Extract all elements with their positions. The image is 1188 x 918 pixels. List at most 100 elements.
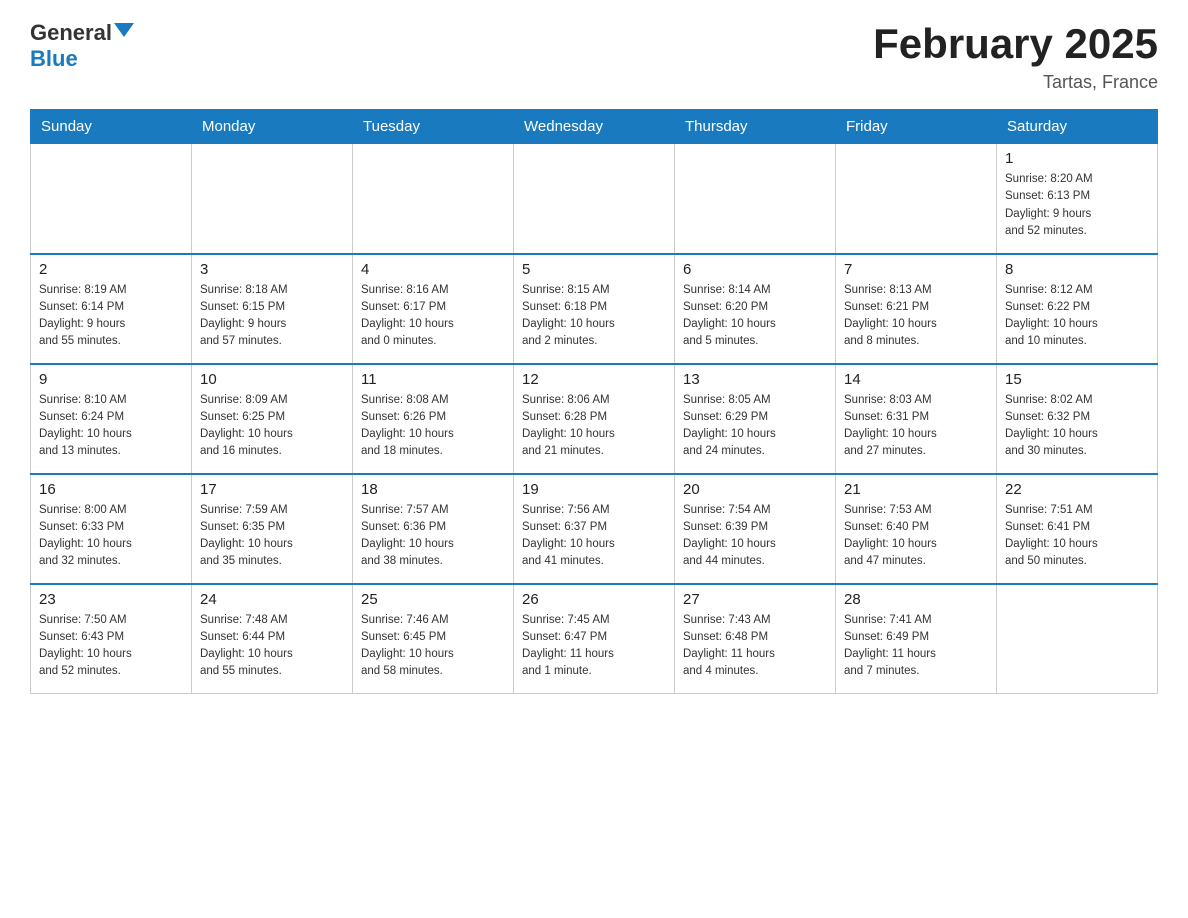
calendar-day-cell: 20 Sunrise: 7:54 AM Sunset: 6:39 PM Dayli…	[675, 474, 836, 584]
day-info: Sunrise: 8:13 AM Sunset: 6:21 PM Dayligh…	[844, 282, 988, 351]
day-of-week-header: Monday	[192, 110, 353, 144]
day-info: Sunrise: 8:06 AM Sunset: 6:28 PM Dayligh…	[522, 392, 666, 461]
calendar-day-cell	[675, 144, 836, 254]
calendar-day-cell: 4 Sunrise: 8:16 AM Sunset: 6:17 PM Daylig…	[353, 254, 514, 364]
calendar-day-cell: 28 Sunrise: 7:41 AM Sunset: 6:49 PM Dayli…	[836, 584, 997, 694]
day-info: Sunrise: 7:51 AM Sunset: 6:41 PM Dayligh…	[1005, 502, 1149, 571]
day-info: Sunrise: 7:45 AM Sunset: 6:47 PM Dayligh…	[522, 612, 666, 681]
day-number: 15	[1005, 371, 1149, 388]
calendar-day-cell: 23 Sunrise: 7:50 AM Sunset: 6:43 PM Dayli…	[31, 584, 192, 694]
day-info: Sunrise: 8:20 AM Sunset: 6:13 PM Dayligh…	[1005, 171, 1149, 240]
logo-blue-text: Blue	[30, 46, 78, 72]
day-number: 3	[200, 261, 344, 278]
day-info: Sunrise: 7:41 AM Sunset: 6:49 PM Dayligh…	[844, 612, 988, 681]
day-number: 5	[522, 261, 666, 278]
title-section: February 2025 Tartas, France	[873, 20, 1158, 93]
day-number: 4	[361, 261, 505, 278]
calendar-table: SundayMondayTuesdayWednesdayThursdayFrid…	[30, 109, 1158, 694]
page-header: General Blue February 2025 Tartas, Franc…	[30, 20, 1158, 93]
logo: General Blue	[30, 20, 134, 72]
day-info: Sunrise: 8:03 AM Sunset: 6:31 PM Dayligh…	[844, 392, 988, 461]
day-number: 20	[683, 481, 827, 498]
day-number: 10	[200, 371, 344, 388]
day-info: Sunrise: 8:02 AM Sunset: 6:32 PM Dayligh…	[1005, 392, 1149, 461]
calendar-day-cell	[192, 144, 353, 254]
calendar-day-cell: 13 Sunrise: 8:05 AM Sunset: 6:29 PM Dayli…	[675, 364, 836, 474]
calendar-day-cell	[836, 144, 997, 254]
calendar-day-cell	[514, 144, 675, 254]
day-number: 21	[844, 481, 988, 498]
day-of-week-header: Tuesday	[353, 110, 514, 144]
location-text: Tartas, France	[873, 72, 1158, 93]
day-of-week-header: Friday	[836, 110, 997, 144]
day-info: Sunrise: 7:46 AM Sunset: 6:45 PM Dayligh…	[361, 612, 505, 681]
day-of-week-header: Saturday	[997, 110, 1158, 144]
calendar-day-cell: 18 Sunrise: 7:57 AM Sunset: 6:36 PM Dayli…	[353, 474, 514, 584]
calendar-day-cell: 8Sunrise: 8:12 AM Sunset: 6:22 PM Daylig…	[997, 254, 1158, 364]
day-number: 7	[844, 261, 988, 278]
calendar-day-cell: 14 Sunrise: 8:03 AM Sunset: 6:31 PM Dayli…	[836, 364, 997, 474]
day-info: Sunrise: 7:54 AM Sunset: 6:39 PM Dayligh…	[683, 502, 827, 571]
calendar-day-cell: 5 Sunrise: 8:15 AM Sunset: 6:18 PM Daylig…	[514, 254, 675, 364]
day-info: Sunrise: 8:00 AM Sunset: 6:33 PM Dayligh…	[39, 502, 183, 571]
calendar-week-row: 1 Sunrise: 8:20 AM Sunset: 6:13 PM Daylig…	[31, 144, 1158, 254]
calendar-day-cell: 10 Sunrise: 8:09 AM Sunset: 6:25 PM Dayli…	[192, 364, 353, 474]
calendar-day-cell: 25Sunrise: 7:46 AM Sunset: 6:45 PM Dayli…	[353, 584, 514, 694]
day-number: 28	[844, 591, 988, 608]
day-info: Sunrise: 7:50 AM Sunset: 6:43 PM Dayligh…	[39, 612, 183, 681]
day-number: 11	[361, 371, 505, 388]
day-info: Sunrise: 7:53 AM Sunset: 6:40 PM Dayligh…	[844, 502, 988, 571]
calendar-day-cell: 2 Sunrise: 8:19 AM Sunset: 6:14 PM Daylig…	[31, 254, 192, 364]
day-info: Sunrise: 8:15 AM Sunset: 6:18 PM Dayligh…	[522, 282, 666, 351]
day-number: 18	[361, 481, 505, 498]
day-info: Sunrise: 7:43 AM Sunset: 6:48 PM Dayligh…	[683, 612, 827, 681]
day-of-week-header: Sunday	[31, 110, 192, 144]
calendar-day-cell: 27 Sunrise: 7:43 AM Sunset: 6:48 PM Dayli…	[675, 584, 836, 694]
day-info: Sunrise: 8:16 AM Sunset: 6:17 PM Dayligh…	[361, 282, 505, 351]
calendar-day-cell: 22 Sunrise: 7:51 AM Sunset: 6:41 PM Dayli…	[997, 474, 1158, 584]
calendar-day-cell: 7 Sunrise: 8:13 AM Sunset: 6:21 PM Daylig…	[836, 254, 997, 364]
day-number: 2	[39, 261, 183, 278]
calendar-day-cell: 12Sunrise: 8:06 AM Sunset: 6:28 PM Dayli…	[514, 364, 675, 474]
day-number: 9	[39, 371, 183, 388]
day-number: 13	[683, 371, 827, 388]
calendar-day-cell	[997, 584, 1158, 694]
day-of-week-header: Thursday	[675, 110, 836, 144]
day-number: 8	[1005, 261, 1149, 278]
day-number: 16	[39, 481, 183, 498]
logo-triangle-icon	[114, 23, 134, 37]
day-number: 22	[1005, 481, 1149, 498]
calendar-week-row: 2 Sunrise: 8:19 AM Sunset: 6:14 PM Daylig…	[31, 254, 1158, 364]
calendar-day-cell: 17Sunrise: 7:59 AM Sunset: 6:35 PM Dayli…	[192, 474, 353, 584]
month-title: February 2025	[873, 20, 1158, 68]
day-info: Sunrise: 7:56 AM Sunset: 6:37 PM Dayligh…	[522, 502, 666, 571]
calendar-day-cell: 24Sunrise: 7:48 AM Sunset: 6:44 PM Dayli…	[192, 584, 353, 694]
day-info: Sunrise: 8:10 AM Sunset: 6:24 PM Dayligh…	[39, 392, 183, 461]
calendar-day-cell: 3 Sunrise: 8:18 AM Sunset: 6:15 PM Daylig…	[192, 254, 353, 364]
calendar-day-cell: 15 Sunrise: 8:02 AM Sunset: 6:32 PM Dayli…	[997, 364, 1158, 474]
day-info: Sunrise: 7:57 AM Sunset: 6:36 PM Dayligh…	[361, 502, 505, 571]
day-info: Sunrise: 8:18 AM Sunset: 6:15 PM Dayligh…	[200, 282, 344, 351]
day-number: 24	[200, 591, 344, 608]
calendar-day-cell: 16 Sunrise: 8:00 AM Sunset: 6:33 PM Dayli…	[31, 474, 192, 584]
day-number: 14	[844, 371, 988, 388]
day-number: 1	[1005, 150, 1149, 167]
calendar-day-cell	[353, 144, 514, 254]
day-number: 27	[683, 591, 827, 608]
calendar-day-cell	[31, 144, 192, 254]
day-info: Sunrise: 8:05 AM Sunset: 6:29 PM Dayligh…	[683, 392, 827, 461]
day-info: Sunrise: 8:08 AM Sunset: 6:26 PM Dayligh…	[361, 392, 505, 461]
day-info: Sunrise: 7:59 AM Sunset: 6:35 PM Dayligh…	[200, 502, 344, 571]
calendar-day-cell: 26Sunrise: 7:45 AM Sunset: 6:47 PM Dayli…	[514, 584, 675, 694]
day-of-week-header: Wednesday	[514, 110, 675, 144]
day-info: Sunrise: 8:19 AM Sunset: 6:14 PM Dayligh…	[39, 282, 183, 351]
day-number: 23	[39, 591, 183, 608]
calendar-week-row: 23 Sunrise: 7:50 AM Sunset: 6:43 PM Dayli…	[31, 584, 1158, 694]
calendar-week-row: 9 Sunrise: 8:10 AM Sunset: 6:24 PM Daylig…	[31, 364, 1158, 474]
logo-general-text: General	[30, 20, 112, 46]
calendar-day-cell: 19Sunrise: 7:56 AM Sunset: 6:37 PM Dayli…	[514, 474, 675, 584]
day-info: Sunrise: 8:14 AM Sunset: 6:20 PM Dayligh…	[683, 282, 827, 351]
calendar-day-cell: 1 Sunrise: 8:20 AM Sunset: 6:13 PM Daylig…	[997, 144, 1158, 254]
day-info: Sunrise: 8:09 AM Sunset: 6:25 PM Dayligh…	[200, 392, 344, 461]
calendar-day-cell: 11 Sunrise: 8:08 AM Sunset: 6:26 PM Dayli…	[353, 364, 514, 474]
